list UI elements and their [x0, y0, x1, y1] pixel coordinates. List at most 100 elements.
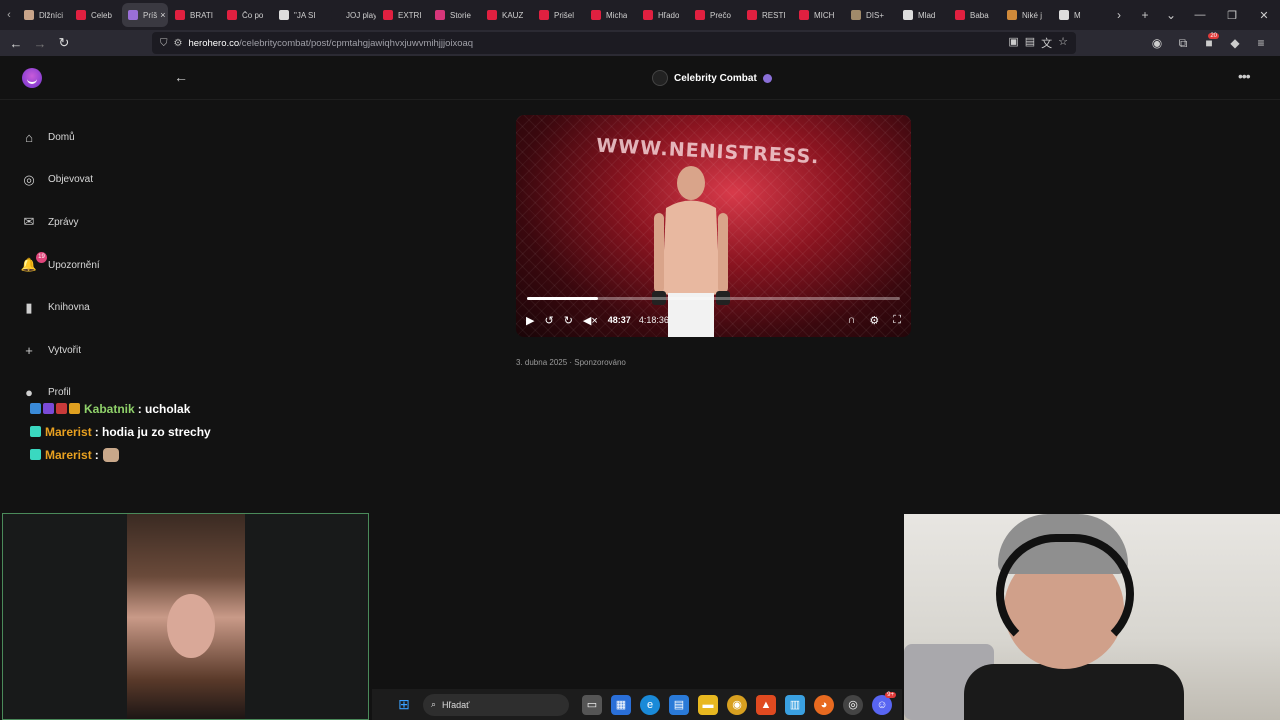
- extensions-icon[interactable]: ⧉: [1170, 30, 1196, 56]
- bookmark-icon: ▮: [25, 299, 33, 315]
- sidebar-nav: ⌂ Domů ◎ Objevovat ✉ Zprávy 🔔 19 Upozornění ▮ Knih…: [20, 116, 100, 414]
- fullscreen-icon[interactable]: ⛶: [893, 314, 901, 327]
- reader-view-icon[interactable]: ▤: [1025, 35, 1035, 51]
- translate-icon[interactable]: 文: [1041, 35, 1052, 51]
- volume-muted-icon[interactable]: ◀×: [583, 314, 598, 327]
- browser-tab[interactable]: DIS+: [845, 3, 896, 27]
- current-time: 48:37: [607, 315, 631, 325]
- tab-title: DIS+: [866, 10, 885, 20]
- tab-scroll-right-icon[interactable]: ›: [1106, 0, 1132, 30]
- chat-text: :: [94, 447, 99, 462]
- tab-strip: Dlžníci Celeb Príš × BRATI Čo po "JA SI JOJ pla…: [18, 0, 1100, 30]
- url-bar[interactable]: ⛉ ⚙ herohero.co /celebritycombat/post/cp…: [152, 32, 1076, 54]
- reload-button[interactable]: ↻: [52, 30, 76, 56]
- browser-tab[interactable]: "JA SI: [273, 3, 324, 27]
- restore-button[interactable]: ❐: [1216, 0, 1248, 30]
- settings-gear-icon[interactable]: ⚙: [869, 314, 879, 327]
- play-icon[interactable]: ▶: [526, 314, 534, 327]
- browser-tab[interactable]: EXTRI: [377, 3, 428, 27]
- duration: 4:18:36: [638, 315, 669, 325]
- chat-message: Marerist :: [30, 443, 211, 466]
- browser-tab[interactable]: KAUZ: [481, 3, 532, 27]
- browser-tab[interactable]: M: [1053, 3, 1100, 27]
- browser-tab[interactable]: Mlad: [897, 3, 948, 27]
- browser-tab[interactable]: Prečo: [689, 3, 740, 27]
- forward-button[interactable]: →: [28, 30, 52, 56]
- notepad-icon[interactable]: ▥: [785, 694, 805, 715]
- webcam-right-shirt: [964, 664, 1184, 720]
- creator-header[interactable]: Celebrity Combat: [652, 70, 772, 86]
- minimize-button[interactable]: —: [1184, 0, 1216, 30]
- chrome-icon[interactable]: ◉: [727, 694, 747, 715]
- browser-tab[interactable]: Baba: [949, 3, 1000, 27]
- browser-tab[interactable]: BRATI: [169, 3, 220, 27]
- creator-avatar: [652, 70, 668, 86]
- forward-10-icon[interactable]: ↻: [564, 314, 573, 327]
- picture-in-picture-icon[interactable]: ▣: [1008, 35, 1018, 51]
- tab-title: Celeb: [91, 10, 112, 20]
- more-options-icon[interactable]: •••: [1238, 68, 1251, 84]
- account-icon[interactable]: ◉: [1144, 30, 1170, 56]
- browser-tab[interactable]: Hľado: [637, 3, 688, 27]
- discord-icon[interactable]: ☺ 9+: [872, 691, 896, 715]
- mail-icon: ✉: [23, 214, 35, 230]
- herohero-logo[interactable]: [22, 68, 42, 88]
- tab-scroll-left-icon[interactable]: ‹: [0, 0, 18, 30]
- bookmark-star-icon[interactable]: ☆: [1058, 35, 1068, 51]
- site-settings-icon[interactable]: ⚙: [174, 38, 183, 49]
- video-progress-bar[interactable]: [527, 297, 900, 300]
- browser-tab[interactable]: Prišel: [533, 3, 584, 27]
- headphones-icon[interactable]: ∩: [848, 314, 856, 327]
- extension-icon[interactable]: ◆: [1222, 30, 1248, 56]
- windows-start-icon[interactable]: ⊞: [394, 695, 414, 715]
- sidebar-item-label: Zprávy: [48, 216, 79, 228]
- close-window-button[interactable]: ✕: [1248, 0, 1280, 30]
- header-divider: [0, 99, 1280, 100]
- sidebar-item-mail[interactable]: ✉ Zprávy: [22, 201, 100, 244]
- photos-icon[interactable]: ▤: [669, 694, 689, 715]
- tab-favicon-icon: [175, 10, 185, 20]
- browser-tab[interactable]: Čo po: [221, 3, 272, 27]
- tab-favicon-icon: [331, 10, 341, 20]
- task-view-icon[interactable]: ▭: [582, 694, 602, 715]
- browser-tab[interactable]: MICH: [793, 3, 844, 27]
- rewind-10-icon[interactable]: ↺: [544, 314, 553, 327]
- browser-tab[interactable]: Dlžníci: [18, 3, 69, 27]
- chat-badge-icon: [69, 403, 80, 414]
- browser-tab[interactable]: RESTI: [741, 3, 792, 27]
- file-explorer-icon[interactable]: ▬: [698, 694, 718, 715]
- bell-icon: 🔔: [20, 257, 38, 273]
- back-arrow-icon[interactable]: ←: [174, 69, 188, 85]
- extension-badge-icon[interactable]: ■ 20: [1196, 30, 1222, 56]
- shield-icon[interactable]: ⛉: [160, 38, 168, 49]
- tab-list-chevron-icon[interactable]: ⌄: [1158, 0, 1184, 30]
- browser-tab[interactable]: Storie: [429, 3, 480, 27]
- sidebar-item-plus[interactable]: + Vytvořit: [22, 329, 100, 372]
- sidebar-item-bell[interactable]: 🔔 19 Upozornění: [20, 244, 100, 287]
- store-icon[interactable]: ▦: [611, 694, 631, 715]
- obs-icon[interactable]: ◎: [843, 694, 863, 715]
- browser-tab[interactable]: Niké j: [1001, 3, 1052, 27]
- sidebar-item-home[interactable]: ⌂ Domů: [22, 116, 100, 159]
- firefox-icon[interactable]: ◕: [814, 694, 834, 715]
- chat-text: : hodia ju zo strechy: [94, 424, 211, 439]
- tab-favicon-icon: [591, 10, 601, 20]
- brave-icon[interactable]: ▲: [756, 694, 776, 715]
- sidebar-item-bookmark[interactable]: ▮ Knihovna: [22, 286, 100, 329]
- tab-close-icon[interactable]: ×: [160, 10, 165, 20]
- sidebar-item-compass[interactable]: ◎ Objevovat: [22, 159, 100, 202]
- browser-tab[interactable]: Príš ×: [122, 3, 168, 27]
- new-tab-button[interactable]: +: [1132, 0, 1158, 30]
- taskbar-search[interactable]: ⌕ Hľadať: [423, 693, 569, 716]
- video-player[interactable]: WWW.NENISTRESS. ▶ ↺ ↻ ◀× 48:37 4:18:36 ∩…: [516, 115, 911, 337]
- edge-icon[interactable]: e: [640, 694, 660, 715]
- tab-favicon-icon: [487, 10, 497, 20]
- back-button[interactable]: ←: [4, 30, 28, 56]
- browser-tab[interactable]: Celeb: [70, 3, 121, 27]
- menu-icon[interactable]: ≡: [1248, 30, 1274, 56]
- webcam-left: [2, 513, 369, 720]
- tab-title: BRATI: [190, 10, 213, 20]
- tab-title: EXTRI: [398, 10, 422, 20]
- browser-tab[interactable]: JOJ play: [325, 3, 376, 27]
- browser-tab[interactable]: Micha: [585, 3, 636, 27]
